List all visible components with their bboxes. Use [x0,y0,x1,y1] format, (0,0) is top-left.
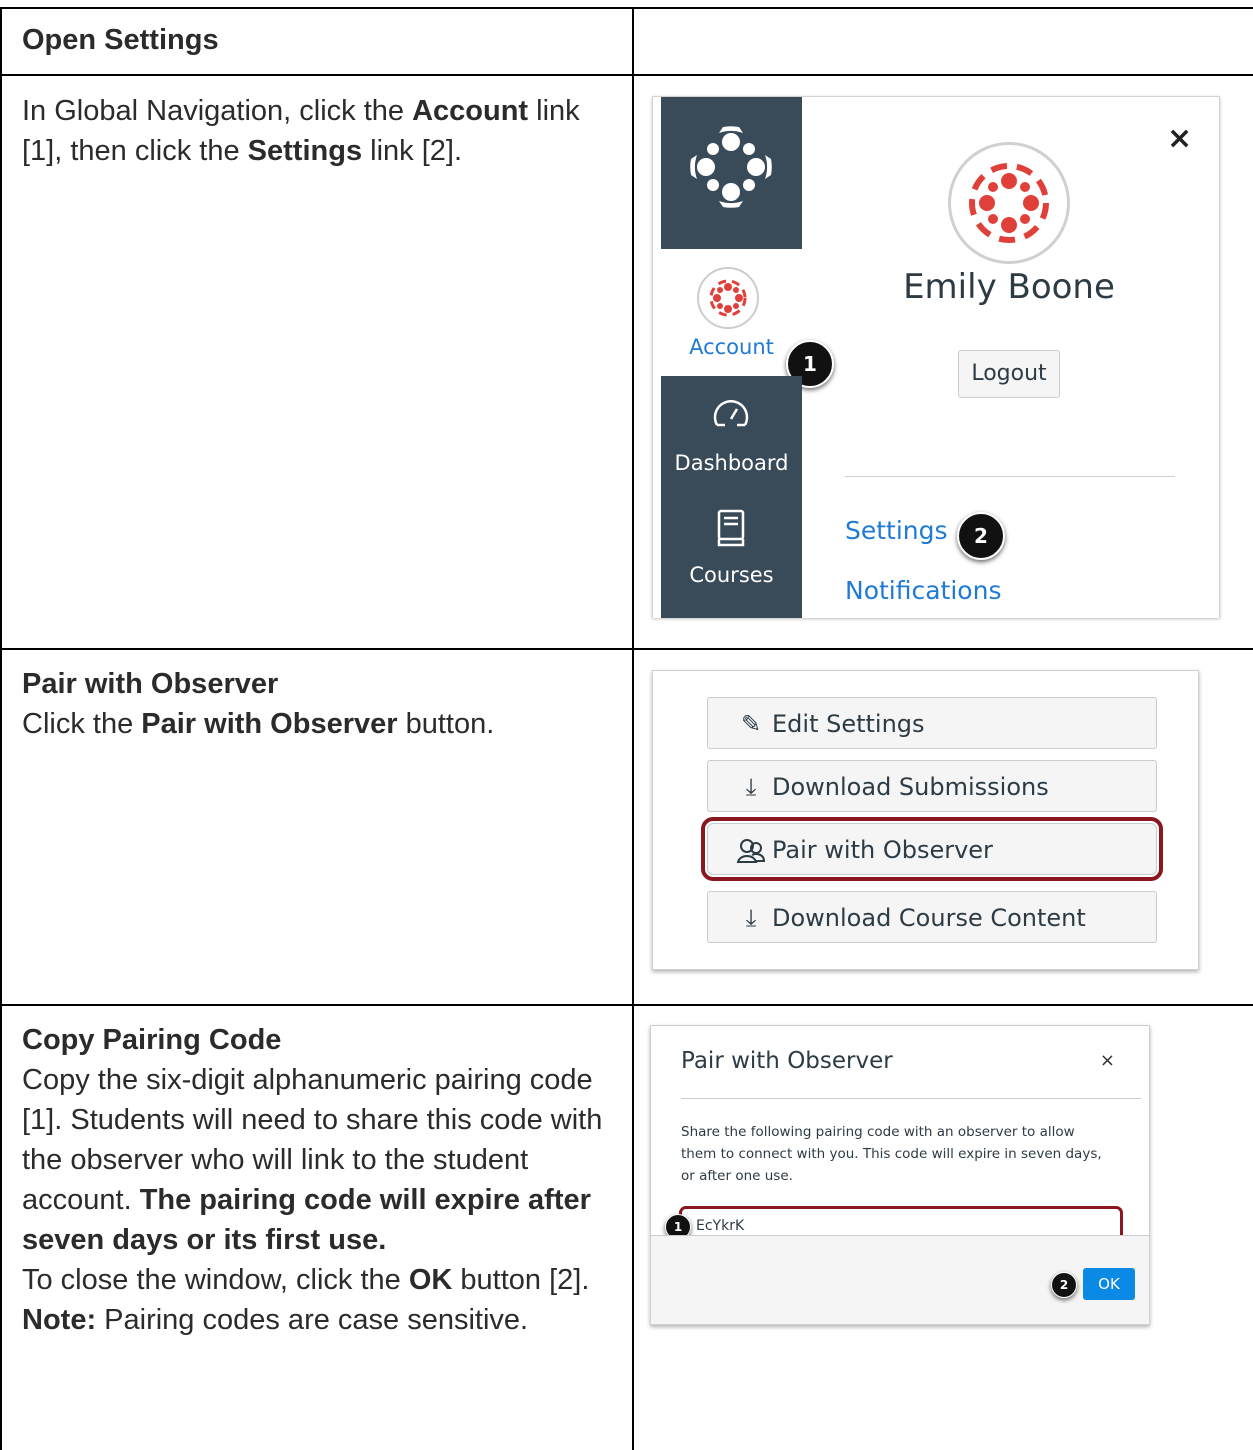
table-column-divider [632,7,634,1450]
tray-divider [845,476,1175,477]
global-nav-logo-area [661,97,802,249]
user-name: Emily Boone [903,267,1115,307]
close-icon[interactable]: × [1100,1050,1115,1071]
callout-2: 2 [1051,1272,1077,1298]
step-heading-copy-pairing-code: Copy Pairing Code [22,1024,282,1056]
table-border-top [0,7,1253,9]
courses-icon[interactable] [715,509,747,547]
dashboard-icon[interactable] [711,397,751,431]
step-instructions-pair: Click the Pair with Observer button. [22,708,495,740]
step-instructions-close: To close the window, click the OK button… [22,1264,590,1296]
step-pair-with-observer: Pair with Observer Click the Pair with O… [22,664,622,744]
modal-description: Share the following pairing code with an… [681,1124,1102,1184]
step-copy-pairing-code: Copy Pairing Code Copy the six-digit alp… [22,1020,617,1340]
download-icon: ⤓ [745,904,757,932]
step-heading-pair-with-observer: Pair with Observer [22,668,279,700]
step-instructions-open-settings: In Global Navigation, click the Account … [22,95,580,167]
download-course-content-button[interactable]: ⤓ Download Course Content [707,891,1157,943]
modal-title: Pair with Observer [681,1048,893,1074]
step-note: Note: Pairing codes are case sensitive. [22,1304,529,1336]
settings-buttons-screenshot: ✎ Edit Settings ⤓ Download Submissions Pai… [652,670,1199,970]
pencil-icon: ✎ [740,710,762,738]
modal-footer: 2 OK [651,1235,1149,1324]
account-avatar-icon[interactable] [697,267,759,329]
download-submissions-button[interactable]: ⤓ Download Submissions [707,760,1157,812]
table-row-divider-3 [0,1004,1253,1006]
nav-item-courses[interactable]: Courses [661,563,802,587]
profile-avatar-icon [948,142,1070,264]
callout-2: 2 [957,512,1005,560]
logout-button[interactable]: Logout [958,350,1060,398]
nav-item-dashboard[interactable]: Dashboard [661,451,802,475]
download-icon: ⤓ [745,773,757,801]
table-row-divider-1 [0,74,1253,76]
pair-with-observer-modal: Pair with Observer × Share the following… [650,1025,1150,1325]
close-icon[interactable]: × [1167,121,1192,156]
settings-link[interactable]: Settings [845,516,948,545]
table-border-left [0,7,2,1450]
canvas-logo-icon [690,126,772,208]
notifications-link[interactable]: Notifications [845,576,1001,605]
table-row-divider-2 [0,648,1253,650]
ok-button[interactable]: OK [1083,1268,1135,1300]
pair-with-observer-button[interactable]: Pair with Observer [701,817,1163,881]
account-tray-screenshot: Account 1 Dashboard Courses × Emily Boon… [652,96,1220,618]
modal-divider [681,1098,1141,1099]
edit-settings-button[interactable]: ✎ Edit Settings [707,697,1157,749]
nav-item-account[interactable]: Account [661,335,802,359]
users-icon [736,824,766,876]
step-heading-open-settings: Open Settings [22,24,219,56]
step-instructions-copy: Copy the six-digit alphanumeric pairing … [22,1064,603,1256]
